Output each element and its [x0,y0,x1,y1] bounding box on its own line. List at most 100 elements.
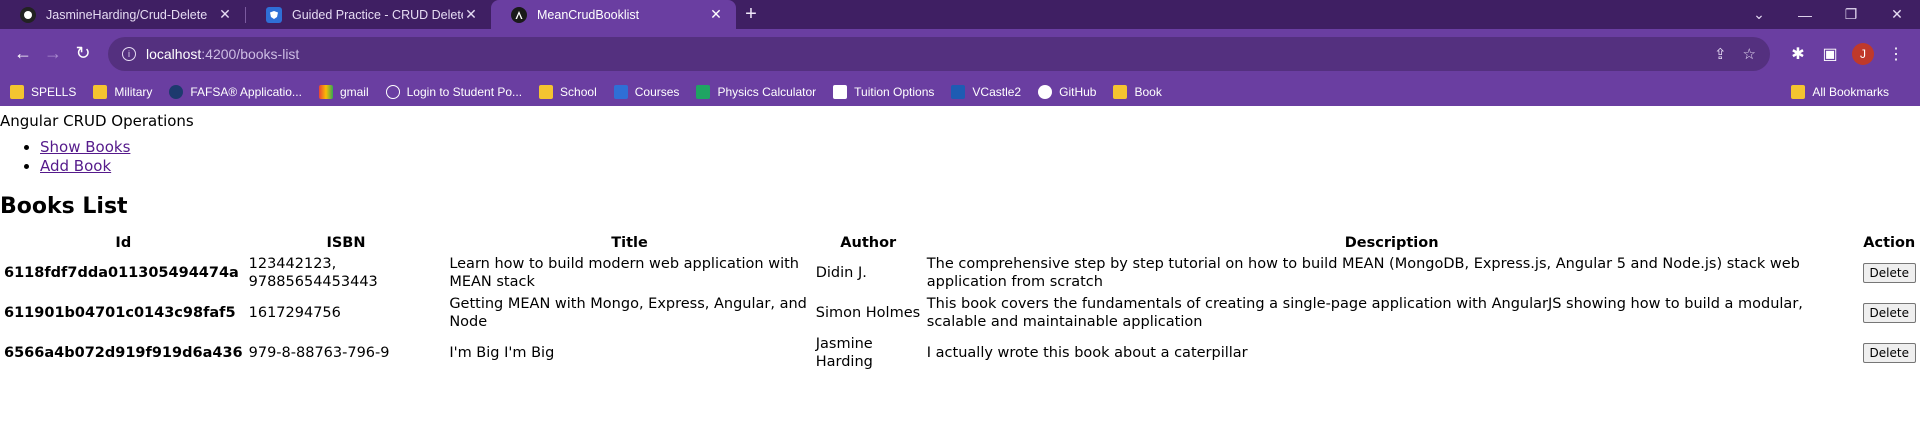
bookmark-item[interactable]: Military [93,85,152,99]
cell-description: The comprehensive step by step tutorial … [926,256,1800,290]
cell-id: 6118fdf7dda011305494474a [4,265,239,281]
cell-action: Delete [1861,294,1918,332]
cell-author: Jasmine Harding [815,336,873,370]
install-app-icon[interactable]: ⇪ [1714,45,1727,63]
show-books-link[interactable]: Show Books [40,138,130,156]
tab-mean-crud-booklist[interactable]: MeanCrudBooklist ✕ [491,0,736,29]
menu-icon[interactable]: ⋮ [1880,39,1912,69]
tab-github[interactable]: JasmineHarding/Crud-Delete ✕ [0,0,245,29]
cell-title: Learn how to build modern web applicatio… [449,256,799,290]
avatar[interactable]: J [1852,42,1874,65]
tab-guided-practice[interactable]: Guided Practice - CRUD Delete.p ✕ [246,0,491,29]
folder-icon [539,85,554,99]
forward-icon[interactable]: → [38,39,68,69]
tab-strip: JasmineHarding/Crud-Delete ✕ Guided Prac… [0,0,1920,29]
app-title: Angular CRUD Operations [0,112,194,130]
extensions-icon[interactable]: ✱ [1782,39,1814,69]
nav-item-add-book: Add Book [40,157,1920,176]
close-icon[interactable]: ✕ [708,6,724,23]
add-book-link[interactable]: Add Book [40,157,111,175]
tab-title: JasmineHarding/Crud-Delete [46,7,208,22]
reload-icon[interactable]: ↻ [68,39,98,69]
tab-title: MeanCrudBooklist [537,7,640,22]
bookmark-item[interactable]: FAFSA® Applicatio... [169,85,302,99]
column-header-author: Author [840,235,897,251]
bookmark-item[interactable]: Physics Calculator [696,85,816,99]
n-icon [951,85,966,99]
column-header-id: Id [115,235,132,251]
table-header-row: Id ISBN Title Author Description Action [2,234,1918,252]
cell-description: I actually wrote this book about a cater… [926,345,1248,361]
window-controls: ⌄ — ❐ ✕ [1736,0,1920,29]
github-icon [1038,85,1053,99]
cell-author: Didin J. [815,265,867,281]
nav-item-show-books: Show Books [40,138,1920,157]
address-bar[interactable]: i localhost:4200/books-list ⇪ ☆ [108,36,1770,71]
bookmark-star-icon[interactable]: ☆ [1743,45,1756,63]
cell-author: Simon Holmes [815,305,921,321]
side-panel-icon[interactable]: ▣ [1814,39,1846,69]
bookmark-item[interactable]: Courses [613,85,679,99]
close-window-icon[interactable]: ✕ [1874,6,1920,23]
close-icon[interactable]: ✕ [217,6,233,23]
cell-description: This book covers the fundamentals of cre… [926,296,1803,330]
cell-action: Delete [1861,254,1918,292]
cell-isbn: 979-8-88763-796-9 [248,345,390,361]
gmail-icon [318,85,333,99]
bookmark-item[interactable]: School [539,85,597,99]
bookmark-item[interactable]: Login to Student Po... [385,85,522,99]
check-icon [696,85,711,99]
bookmark-item[interactable]: GitHub [1038,85,1096,99]
bookmark-item[interactable]: Book [1113,85,1162,99]
folder-icon [93,85,108,99]
bookmarks-bar: SPELLS Military FAFSA® Applicatio... gma… [0,78,1920,106]
all-bookmarks-button[interactable]: All Bookmarks [1791,78,1889,106]
folder-icon [10,85,24,99]
cell-title: I'm Big I'm Big [449,345,555,361]
page-title: Books List [0,194,128,219]
column-header-isbn: ISBN [326,235,366,251]
shield-icon [266,6,282,23]
tab-title: Guided Practice - CRUD Delete.p [292,7,463,22]
column-header-action: Action [1863,235,1916,251]
table-row: 6118fdf7dda011305494474a 123442123, 9788… [2,254,1918,292]
delete-button[interactable]: Delete [1862,343,1916,363]
folder-icon [1791,85,1806,99]
shield-icon [613,85,628,99]
fafsa-icon [169,85,184,99]
cell-id: 6566a4b072d919f919d6a436 [4,345,243,361]
delete-button[interactable]: Delete [1862,303,1916,323]
app-nav: Show Books Add Book [0,138,1920,176]
column-header-description: Description [1344,235,1439,251]
tab-search-icon[interactable]: ⌄ [1736,6,1782,23]
table-row: 6566a4b072d919f919d6a436 979-8-88763-796… [2,334,1918,372]
cell-action: Delete [1861,334,1918,372]
browser-toolbar: ← → ↻ i localhost:4200/books-list ⇪ ☆ ✱ … [0,29,1920,78]
new-tab-icon[interactable]: + [736,0,766,29]
bookmark-item[interactable]: Tuition Options [833,85,934,99]
minimize-icon[interactable]: — [1782,7,1828,23]
restore-icon[interactable]: ❐ [1828,6,1874,23]
bookmark-item[interactable]: SPELLS [10,85,76,99]
cell-id: 611901b04701c0143c98faf5 [4,305,236,321]
table-row: 611901b04701c0143c98faf5 1617294756 Gett… [2,294,1918,332]
cell-isbn: 123442123, 97885654453443 [248,256,378,290]
delete-button[interactable]: Delete [1862,263,1916,283]
bookmark-item[interactable]: gmail [318,85,369,99]
globe-icon [385,85,400,99]
books-table: Id ISBN Title Author Description Action … [0,232,1920,374]
back-icon[interactable]: ← [8,39,38,69]
page-content: Angular CRUD Operations Show Books Add B… [0,112,1920,374]
cell-isbn: 1617294756 [248,305,341,321]
close-icon[interactable]: ✕ [463,6,479,23]
bookmark-item[interactable]: VCastle2 [951,85,1021,99]
url-host: localhost [146,45,202,62]
angular-icon [511,6,527,23]
folder-icon [1113,85,1128,99]
site-info-icon[interactable]: i [122,46,136,61]
cell-title: Getting MEAN with Mongo, Express, Angula… [449,296,807,330]
column-header-title: Title [611,235,648,251]
document-icon [833,85,848,99]
url-path: :4200/books-list [201,45,300,62]
github-icon [20,6,36,23]
